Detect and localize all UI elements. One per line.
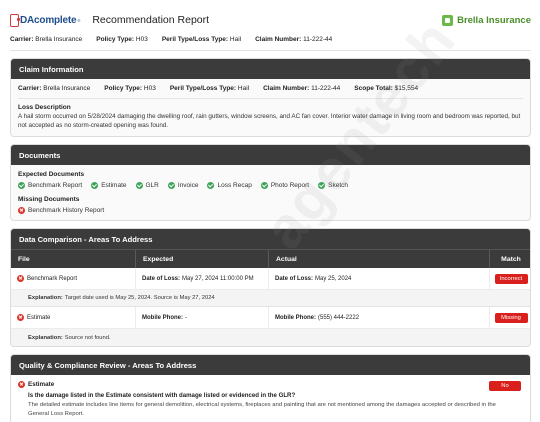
check-icon — [18, 182, 25, 189]
expected-doc-loss-recap: Loss Recap — [207, 182, 252, 189]
table-row: Benchmark Report Date of Loss: May 27, 20… — [11, 268, 530, 290]
summary-carrier: Carrier: Brella Insurance — [10, 36, 83, 43]
expected-doc-glr: GLR — [135, 182, 159, 189]
claim-info-meta: Carrier: Brella Insurance Policy Type: H… — [18, 85, 523, 99]
row-explanation: Explanation: Target date used is May 25, … — [11, 290, 530, 307]
row-expected: Date of Loss: May 27, 2024 11:00:00 PM — [136, 268, 269, 289]
comparison-card: Data Comparison - Areas To Address File … — [10, 228, 531, 347]
row-file: Estimate — [11, 307, 136, 328]
check-icon — [167, 182, 175, 189]
claim-number: Claim Number: 11-222-44 — [263, 85, 341, 92]
client-brand: Brella Insurance — [442, 14, 531, 26]
row-match: Missing — [490, 307, 530, 328]
claim-carrier: Carrier: Brella Insurance — [18, 85, 91, 92]
check-icon — [135, 182, 143, 189]
error-icon — [18, 381, 25, 388]
claim-peril: Peril Type/Loss Type: Hail — [169, 85, 250, 92]
expected-doc-benchmark-report: Benchmark Report — [18, 182, 82, 189]
top-bar: DAcomplete ® Recommendation Report Brell… — [10, 8, 531, 32]
row-explanation: Explanation: Source not found. — [11, 329, 530, 346]
claim-info-title: Claim Information — [11, 59, 530, 79]
logo-text: DAcomplete — [20, 14, 77, 26]
check-icon — [91, 182, 99, 189]
result-badge: No — [489, 381, 521, 391]
logo-trademark: ® — [77, 17, 81, 23]
comparison-table-header: File Expected Actual Match — [11, 249, 530, 268]
check-icon — [260, 182, 268, 189]
expected-documents-label: Expected Documents — [18, 171, 85, 178]
error-icon — [18, 207, 25, 214]
documents-card: Documents Expected Documents Benchmark R… — [10, 144, 531, 221]
missing-badge: Missing — [494, 312, 528, 323]
missing-documents-label: Missing Documents — [18, 196, 80, 203]
error-icon — [17, 275, 24, 282]
column-file: File — [11, 250, 136, 268]
comparison-title: Data Comparison - Areas To Address — [11, 229, 530, 249]
claim-policy: Policy Type: H03 — [104, 85, 156, 92]
expected-doc-sketch: Sketch — [318, 182, 348, 189]
expected-documents-list: Benchmark Report Estimate GLR Invoice Lo… — [18, 182, 523, 189]
column-match: Match — [501, 255, 521, 263]
row-actual: Mobile Phone: (555) 444-2222 — [269, 307, 490, 328]
brand: DAcomplete ® Recommendation Report — [10, 13, 210, 27]
incorrect-badge: Incorrect — [494, 273, 528, 284]
scope-total: Scope Total: $15,554 — [354, 85, 419, 92]
column-actual: Actual — [269, 250, 490, 268]
logo-icon — [10, 13, 20, 27]
documents-title: Documents — [11, 145, 530, 165]
row-expected: Mobile Phone: - — [136, 307, 269, 328]
loss-description-label: Loss Description — [18, 104, 71, 111]
check-icon — [207, 182, 215, 189]
summary-claim: Claim Number: 11-222-44 — [255, 36, 333, 43]
quality-item-title: Estimate — [18, 381, 523, 388]
quality-explanation: The detailed estimate includes line item… — [28, 402, 496, 417]
row-file: Benchmark Report — [11, 268, 136, 289]
quality-review-title: Quality & Compliance Review - Areas To A… — [11, 355, 530, 375]
check-icon — [318, 182, 326, 189]
report-title: Recommendation Report — [92, 14, 210, 26]
header-divider — [10, 50, 531, 51]
row-actual: Date of Loss: May 25, 2024 — [269, 268, 490, 289]
expected-doc-estimate: Estimate — [91, 182, 127, 189]
quality-question: Is the damage listed in the Estimate con… — [28, 392, 296, 399]
missing-doc-benchmark-history: Benchmark History Report — [18, 207, 104, 214]
summary-policy: Policy Type: H03 — [96, 36, 148, 43]
error-icon — [17, 314, 24, 321]
brella-logo-icon — [442, 14, 454, 26]
claim-info-card: Claim Information Carrier: Brella Insura… — [10, 58, 531, 137]
summary-meta: Carrier: Brella Insurance Policy Type: H… — [10, 32, 531, 47]
report-page: DAcomplete ® Recommendation Report Brell… — [10, 8, 531, 422]
quality-review-item: Estimate Is the damage listed in the Est… — [11, 375, 530, 422]
expected-doc-invoice: Invoice — [167, 182, 198, 189]
table-row: Estimate Mobile Phone: - Mobile Phone: (55… — [11, 307, 530, 329]
client-name: Brella Insurance — [457, 14, 531, 26]
missing-documents-list: Benchmark History Report — [18, 207, 523, 214]
expected-doc-photo-report: Photo Report — [260, 182, 309, 189]
row-match: Incorrect — [490, 268, 530, 289]
loss-description-text: A hail storm occurred on 5/28/2024 damag… — [18, 113, 521, 129]
column-expected: Expected — [136, 250, 269, 268]
quality-review-card: Quality & Compliance Review - Areas To A… — [10, 354, 531, 422]
summary-peril: Peril Type/Loss Type: Hail — [161, 36, 242, 43]
